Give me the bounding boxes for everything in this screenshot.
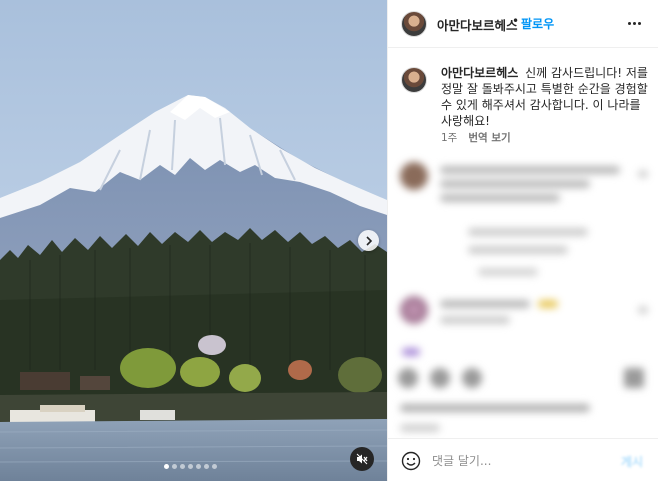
carousel-dot [180,464,185,469]
carousel-dot [172,464,177,469]
carousel-dot [196,464,201,469]
caption-avatar[interactable] [401,67,427,93]
mount-fuji-photo [0,95,387,481]
post-header: 아만다보르헤스 • 팔로우 [388,0,658,48]
follow-button[interactable]: 팔로우 [521,15,554,32]
chevron-right-icon [365,235,372,246]
more-options-icon[interactable] [628,15,644,31]
caption-meta: 1주 번역 보기 [441,130,511,145]
comment-input[interactable] [432,451,607,471]
post-time: 1주 [441,132,458,144]
avatar[interactable] [401,11,427,37]
separator-dot: • [512,14,520,28]
translate-button[interactable]: 번역 보기 [468,130,510,145]
carousel-dot [164,464,169,469]
speaker-muted-icon [356,453,368,465]
carousel-dot [204,464,209,469]
post-sidebar: 아만다보르헤스 • 팔로우 아만다보르헤스 신께 감사드립니다! 저를 정말 잘… [387,0,658,481]
caption-username[interactable]: 아만다보르헤스 [441,66,518,80]
blurred-comments-area [388,148,658,438]
carousel-dot [212,464,217,469]
mute-button[interactable] [350,447,374,471]
comment-bar: 게시 [388,438,658,481]
post-media[interactable] [0,0,387,481]
caption-text: 아만다보르헤스 신께 감사드립니다! 저를 정말 잘 돌봐주시고 특별한 순간을… [441,65,658,129]
username-link[interactable]: 아만다보르헤스 [437,15,518,34]
carousel-indicator [164,464,217,469]
carousel-dot [188,464,193,469]
next-slide-button[interactable] [358,230,379,251]
post-comment-button[interactable]: 게시 [621,453,643,470]
emoji-icon[interactable] [401,451,421,471]
